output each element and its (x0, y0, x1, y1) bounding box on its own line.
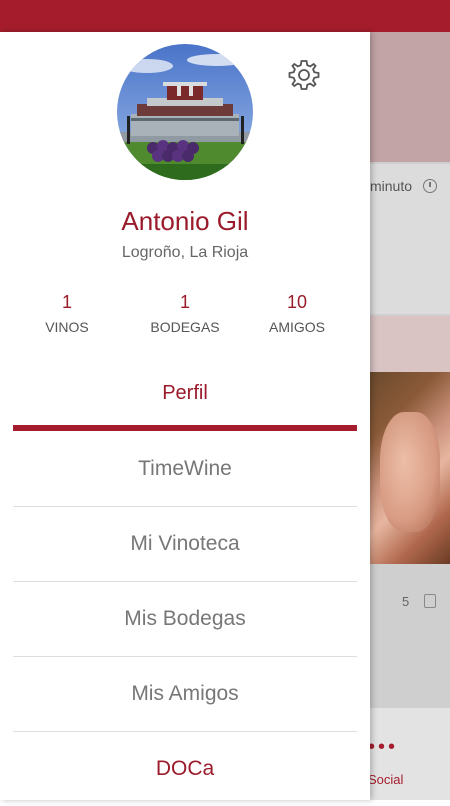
background-time-text: minuto (370, 178, 413, 194)
menu-item-timewine[interactable]: TimeWine (13, 432, 357, 507)
stat-amigos[interactable]: 10 AMIGOS (242, 292, 352, 335)
stat-vinos[interactable]: 1 VINOS (12, 292, 122, 335)
tab-perfil[interactable]: Perfil (0, 382, 370, 405)
more-dots-icon: ••• (370, 736, 399, 758)
user-location: Logroño, La Rioja (121, 244, 249, 261)
stat-value: 1 (179, 292, 190, 312)
stat-label: VINOS (45, 319, 89, 335)
navigation-drawer: Antonio Gil Logroño, La Rioja 1 VINOS 1 … (0, 32, 370, 800)
menu-item-doca[interactable]: DOCa (13, 732, 357, 806)
stat-value: 10 (286, 292, 308, 312)
menu-item-mis-amigos[interactable]: Mis Amigos (13, 657, 357, 732)
background-social-label: Social (370, 772, 404, 787)
stat-bodegas[interactable]: 1 BODEGAS (130, 292, 240, 335)
background-photo-face (380, 412, 440, 532)
background-content: minuto 5 ••• Social (370, 32, 450, 800)
stat-label: BODEGAS (150, 319, 220, 335)
status-bar (0, 0, 450, 32)
avatar[interactable] (117, 44, 253, 180)
thumb-up-icon (424, 594, 436, 608)
user-name: Antonio Gil (121, 206, 249, 236)
background-header (370, 32, 450, 162)
tab-active-indicator (13, 425, 357, 431)
clock-icon (423, 179, 437, 193)
menu-item-mi-vinoteca[interactable]: Mi Vinoteca (13, 507, 357, 582)
avatar-photo (117, 44, 253, 180)
menu-item-mis-bodegas[interactable]: Mis Bodegas (13, 582, 357, 657)
stat-value: 1 (61, 292, 72, 312)
gear-icon (288, 60, 320, 90)
settings-gear-icon[interactable] (287, 58, 321, 92)
background-banner (370, 316, 450, 372)
stat-label: AMIGOS (268, 319, 325, 335)
background-likes-count: 5 (402, 594, 410, 609)
